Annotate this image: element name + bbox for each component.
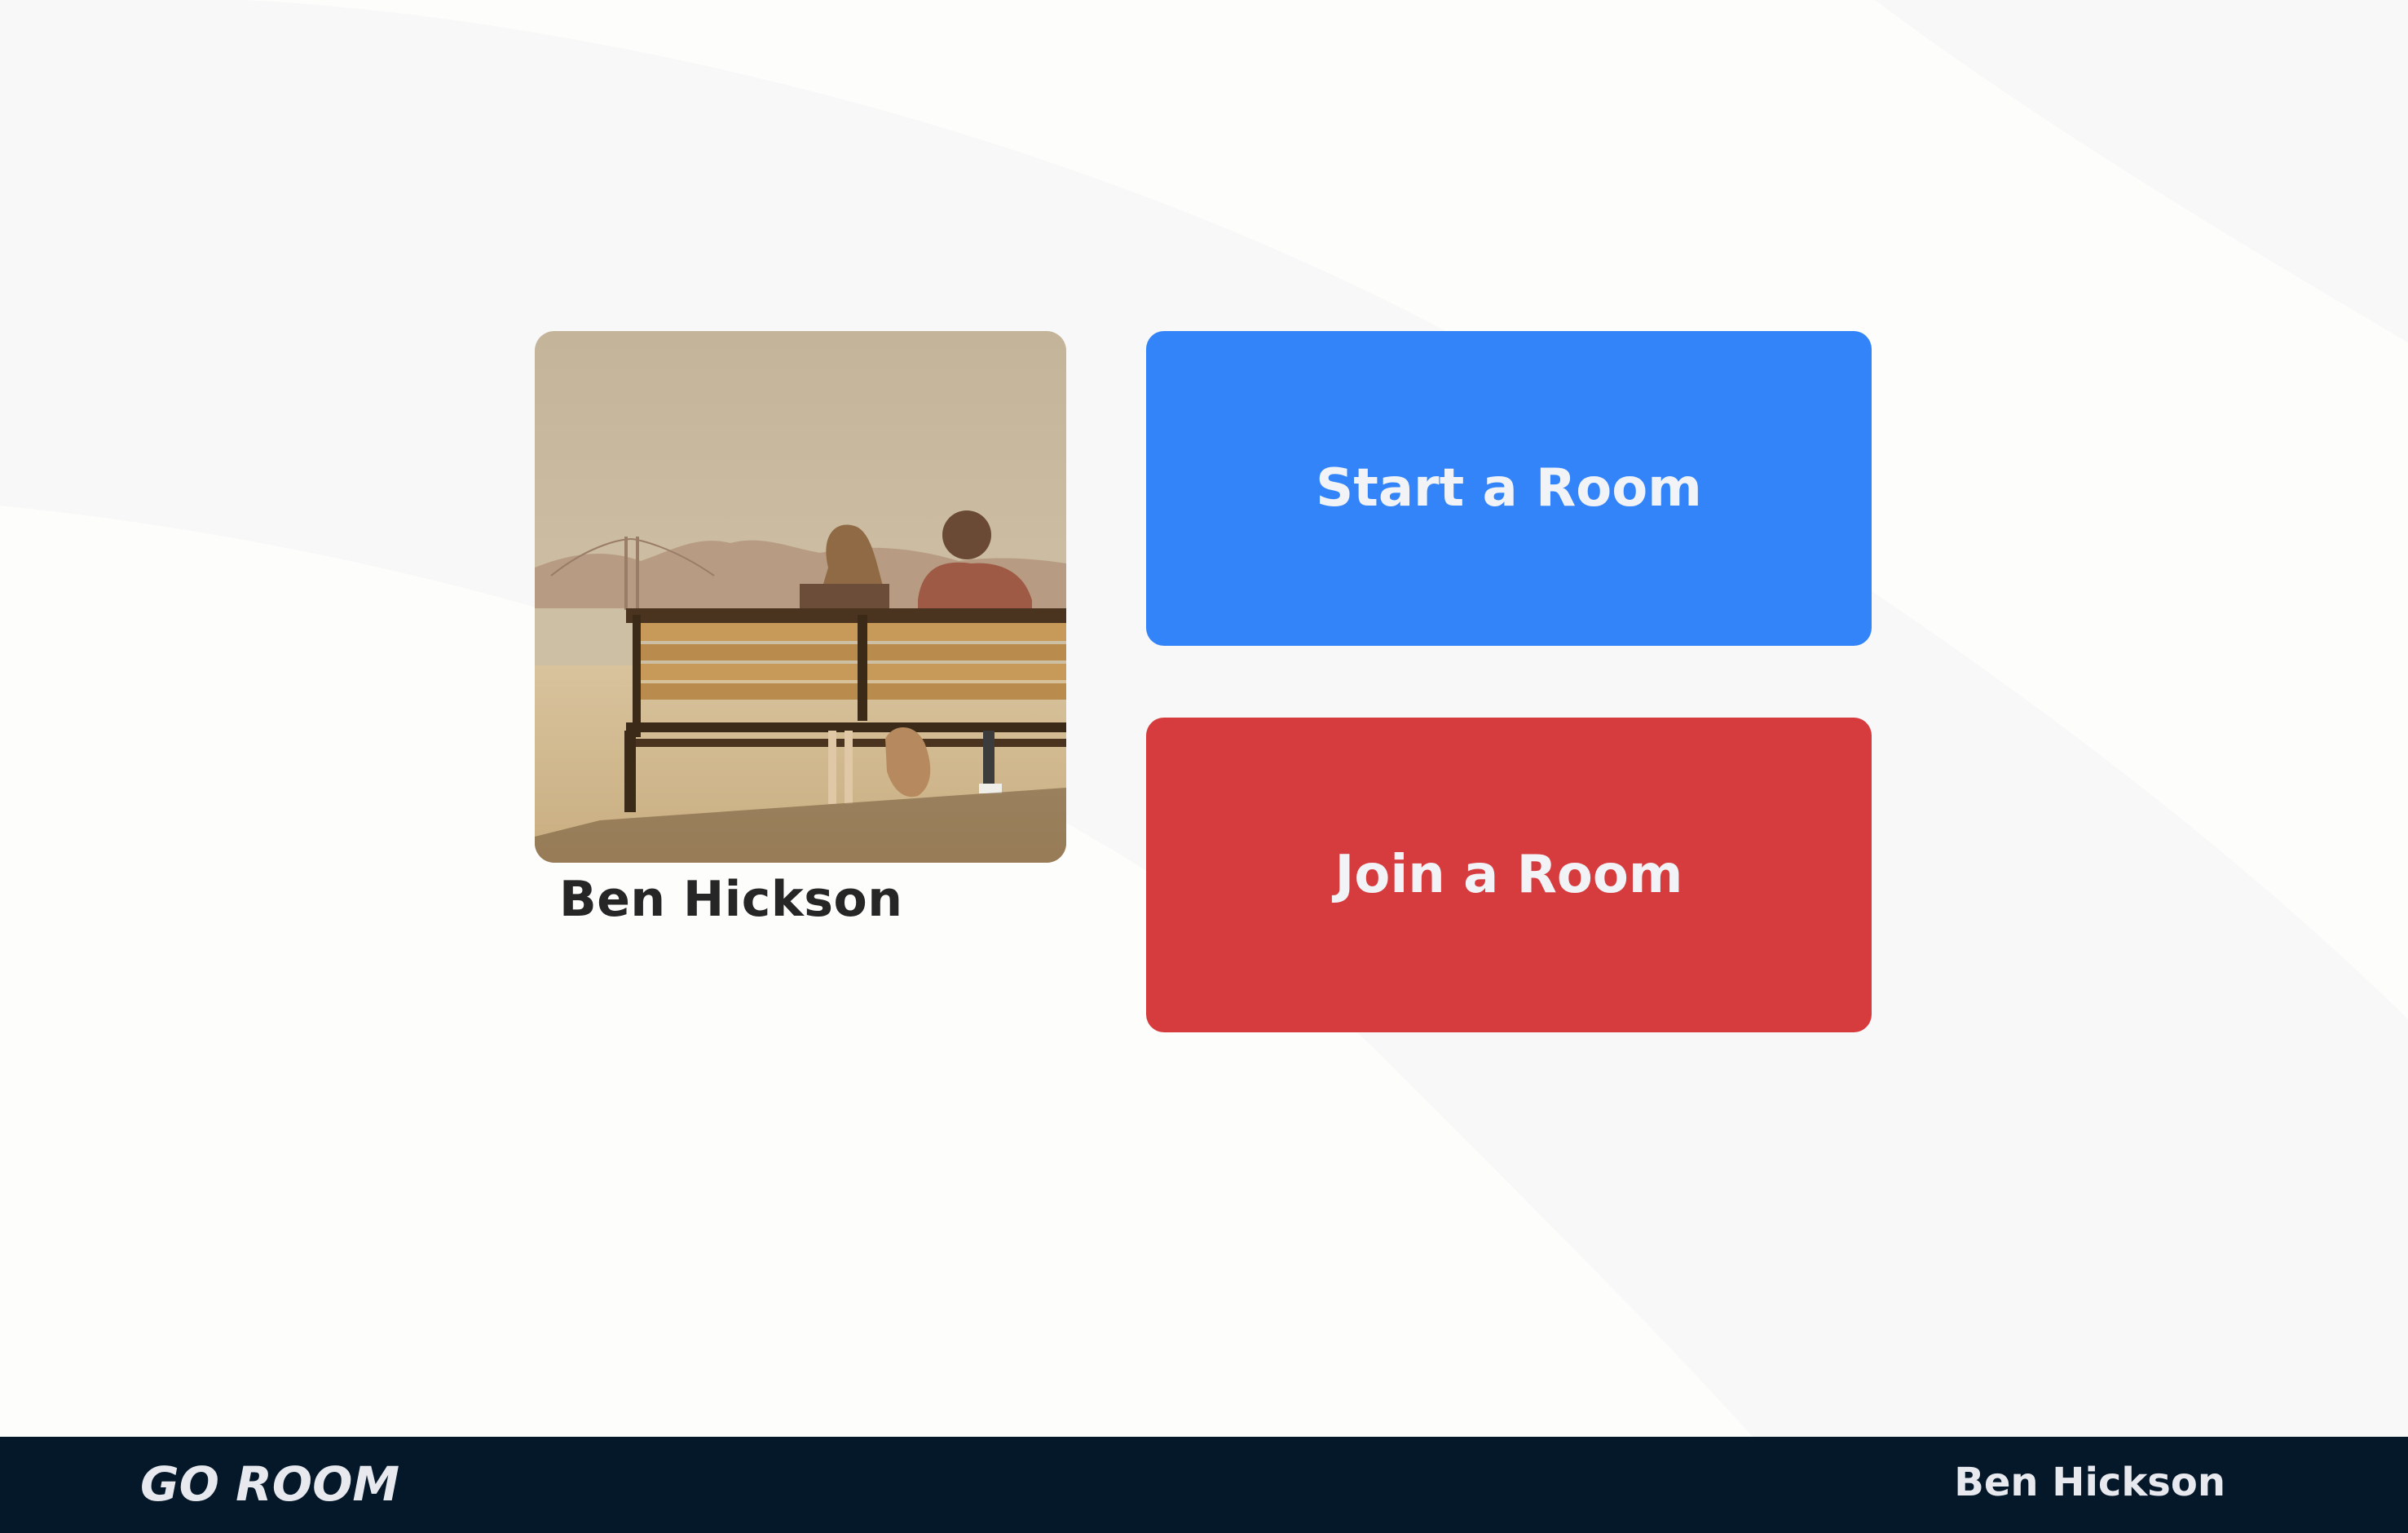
footer-bar: GO ROOM Ben Hickson	[0, 1437, 2408, 1533]
start-room-label: Start a Room	[1316, 458, 1702, 519]
user-menu[interactable]: Ben Hickson	[1954, 1460, 2225, 1505]
start-room-button[interactable]: Start a Room	[1146, 331, 1872, 646]
couple-on-bench-image	[535, 331, 1066, 863]
profile-name: Ben Hickson	[559, 871, 903, 928]
join-room-button[interactable]: Join a Room	[1146, 718, 1872, 1032]
main-content: Ben Hickson Start a Room Join a Room	[0, 0, 2408, 1437]
profile-photo	[535, 331, 1066, 863]
join-room-label: Join a Room	[1334, 845, 1683, 905]
brand-logo[interactable]: GO ROOM	[140, 1456, 399, 1512]
